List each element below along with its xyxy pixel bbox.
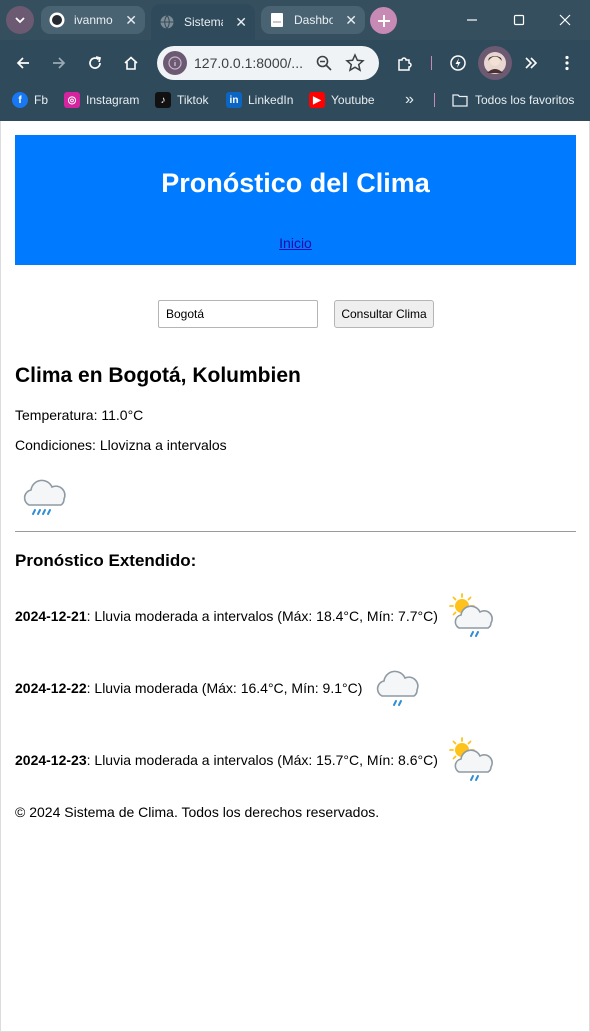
bookmark-label: Tiktok xyxy=(177,93,209,107)
overflow-label: » xyxy=(405,91,414,108)
rain-cloud-icon xyxy=(23,479,66,515)
tab-search-button[interactable] xyxy=(6,6,34,34)
globe-icon xyxy=(160,15,174,30)
bookmark-youtube[interactable]: ▶ Youtube xyxy=(309,90,375,110)
star-icon[interactable] xyxy=(345,53,365,73)
close-icon[interactable]: ✕ xyxy=(235,14,247,31)
double-chevron-icon xyxy=(525,57,538,69)
consult-weather-button[interactable]: Consultar Clima xyxy=(334,300,434,328)
menu-button[interactable] xyxy=(555,51,579,75)
performance-icon xyxy=(450,55,466,71)
chevron-down-icon xyxy=(15,17,25,24)
tab-title: Dashbo xyxy=(294,13,334,27)
document-icon xyxy=(271,13,283,27)
bookmark-linkedin[interactable]: in LinkedIn xyxy=(226,90,293,110)
bookmarks-overflow-button[interactable]: » xyxy=(405,90,414,110)
bookmark-label: LinkedIn xyxy=(248,93,294,107)
close-icon xyxy=(559,14,571,26)
profile-avatar[interactable] xyxy=(478,46,512,80)
performance-button[interactable] xyxy=(446,51,470,75)
instagram-icon: ◎ xyxy=(64,92,80,108)
forecast-description: : Lluvia moderada a intervalos (Máx: 15.… xyxy=(86,752,438,768)
extensions-button[interactable] xyxy=(393,51,417,75)
sun-cloud-rain-icon xyxy=(448,737,493,781)
tab-sistema[interactable]: Sistema ✕ xyxy=(151,4,255,40)
site-info-button[interactable] xyxy=(163,51,187,75)
url-text: 127.0.0.1:8000/... xyxy=(194,55,303,71)
tiktok-icon: ♪ xyxy=(155,92,171,108)
reload-button[interactable] xyxy=(83,51,107,75)
kebab-menu-icon xyxy=(565,55,569,71)
browser-chrome: ivanmo ✕ Sistema ✕ Dashbo ✕ 127.0.0.1:80… xyxy=(0,0,590,121)
sun-cloud-rain-icon xyxy=(448,593,493,637)
toolbar-separator xyxy=(431,56,432,70)
arrow-right-icon xyxy=(53,57,66,69)
forecast-row: 2024-12-23 : Lluvia moderada a intervalo… xyxy=(15,734,498,786)
current-conditions: Condiciones: Llovizna a intervalos xyxy=(15,437,227,453)
folder-icon xyxy=(452,94,468,107)
maximize-button[interactable] xyxy=(508,10,530,30)
page-title: Pronóstico del Clima xyxy=(161,168,430,198)
section-divider xyxy=(15,531,576,532)
page-viewport: Pronóstico del Clima Inicio Consultar Cl… xyxy=(0,121,590,1032)
tab-title: Sistema xyxy=(184,15,224,29)
youtube-icon: ▶ xyxy=(309,92,325,108)
bookmarks-separator xyxy=(434,93,435,107)
nav-link-inicio[interactable]: Inicio xyxy=(15,235,576,251)
puzzle-icon xyxy=(398,57,412,71)
facebook-icon: f xyxy=(12,92,28,108)
tab-title: ivanmo xyxy=(74,13,113,27)
close-window-button[interactable] xyxy=(554,10,576,30)
tab-dashboard[interactable]: Dashbo ✕ xyxy=(261,6,365,34)
rain-cloud-icon xyxy=(377,670,420,706)
minimize-button[interactable] xyxy=(461,10,483,30)
current-temperature: Temperatura: 11.0°C xyxy=(15,407,144,423)
info-icon xyxy=(168,56,182,70)
plus-icon xyxy=(377,14,390,27)
tab-strip: ivanmo ✕ Sistema ✕ Dashbo ✕ xyxy=(0,0,590,40)
forecast-date: 2024-12-22 xyxy=(15,680,87,696)
bookmark-tiktok[interactable]: ♪ Tiktok xyxy=(155,90,209,110)
zoom-icon[interactable] xyxy=(315,54,333,72)
bookmark-label: Instagram xyxy=(86,93,140,107)
home-button[interactable] xyxy=(119,51,143,75)
tab-github[interactable]: ivanmo ✕ xyxy=(41,6,145,34)
all-bookmarks-button[interactable]: Todos los favoritos xyxy=(452,90,574,110)
bookmark-fb[interactable]: f Fb xyxy=(12,90,48,110)
forecast-row: 2024-12-21 : Lluvia moderada a intervalo… xyxy=(15,590,498,642)
toolbar: 127.0.0.1:8000/... xyxy=(0,40,590,85)
forecast-date: 2024-12-23 xyxy=(15,752,87,768)
forecast-row: 2024-12-22 : Lluvia moderada (Máx: 16.4°… xyxy=(15,662,426,714)
bookmark-label: Youtube xyxy=(331,93,375,107)
city-search-input[interactable] xyxy=(158,300,318,328)
forecast-description: : Lluvia moderada (Máx: 16.4°C, Mín: 9.1… xyxy=(86,680,363,696)
all-bookmarks-label: Todos los favoritos xyxy=(475,93,575,107)
back-button[interactable] xyxy=(11,51,35,75)
linkedin-icon: in xyxy=(226,92,242,108)
arrow-left-icon xyxy=(16,57,29,69)
close-icon[interactable]: ✕ xyxy=(125,12,137,29)
address-bar[interactable]: 127.0.0.1:8000/... xyxy=(157,46,379,80)
current-weather-heading: Clima en Bogotá, Kolumbien xyxy=(15,364,301,387)
more-tools-button[interactable] xyxy=(519,51,543,75)
bookmark-label: Fb xyxy=(34,93,49,107)
new-tab-button[interactable] xyxy=(370,7,397,34)
forecast-heading: Pronóstico Extendido: xyxy=(15,551,197,570)
page-footer: © 2024 Sistema de Clima. Todos los derec… xyxy=(15,804,380,820)
site-header: Pronóstico del Clima Inicio xyxy=(15,135,576,265)
bookmarks-bar: f Fb ◎ Instagram ♪ Tiktok in LinkedIn ▶ … xyxy=(0,85,590,115)
forecast-date: 2024-12-21 xyxy=(15,608,87,624)
github-icon xyxy=(49,12,65,28)
reload-icon xyxy=(89,56,102,69)
avatar-icon xyxy=(484,52,506,74)
forecast-description: : Lluvia moderada a intervalos (Máx: 18.… xyxy=(86,608,438,624)
maximize-icon xyxy=(513,14,525,26)
home-icon xyxy=(124,56,138,70)
close-icon[interactable]: ✕ xyxy=(345,12,357,29)
minimize-icon xyxy=(467,19,477,21)
forward-button[interactable] xyxy=(47,51,71,75)
bookmark-instagram[interactable]: ◎ Instagram xyxy=(64,90,139,110)
